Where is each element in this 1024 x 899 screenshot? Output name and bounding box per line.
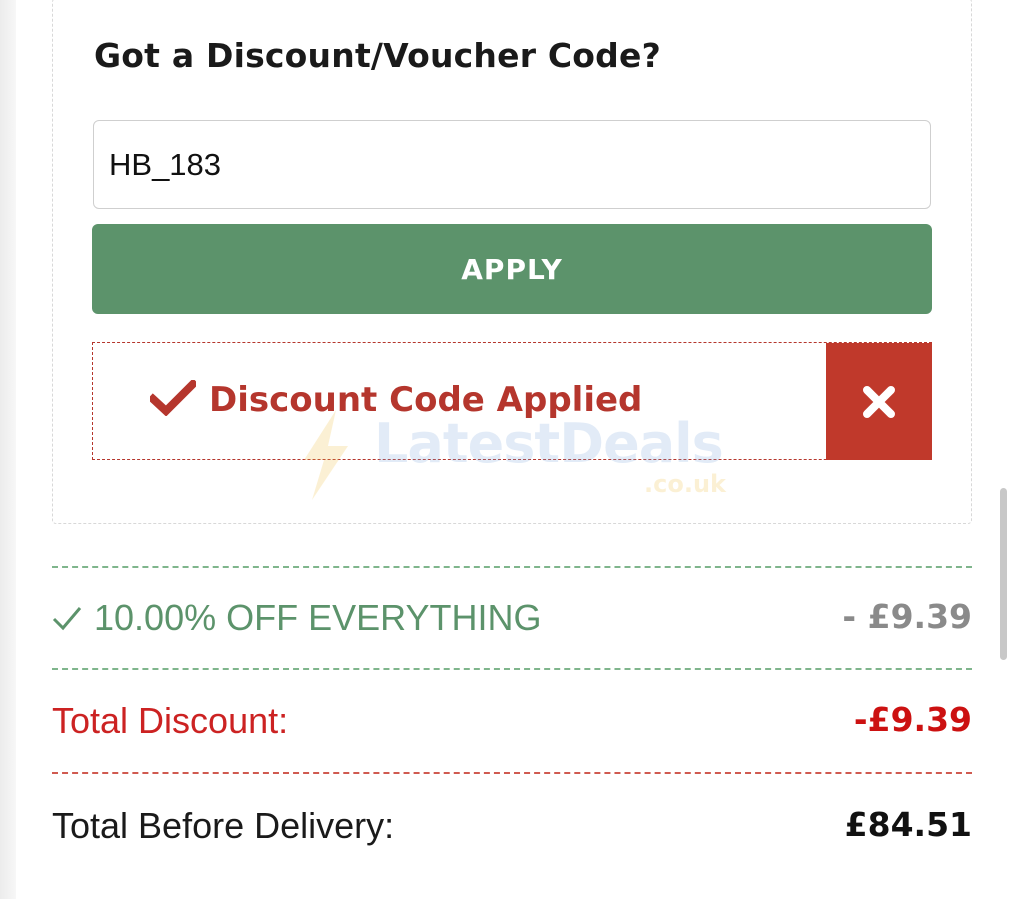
scrollbar[interactable] bbox=[1000, 488, 1007, 660]
checkmark-icon bbox=[52, 607, 82, 631]
total-before-delivery-amount: £84.51 bbox=[844, 805, 972, 844]
total-discount-label: Total Discount: bbox=[52, 700, 289, 741]
remove-discount-button[interactable] bbox=[826, 343, 932, 460]
checkout-page: Got a Discount/Voucher Code? APPLY Disco… bbox=[0, 0, 1024, 899]
voucher-code-input[interactable] bbox=[93, 120, 931, 209]
offer-label-text: 10.00% OFF EVERYTHING bbox=[94, 597, 542, 638]
divider bbox=[52, 668, 972, 670]
close-icon bbox=[863, 385, 895, 418]
offer-amount: - £9.39 bbox=[842, 597, 972, 636]
discount-applied-text: Discount Code Applied bbox=[209, 380, 643, 420]
total-before-delivery-label: Total Before Delivery: bbox=[52, 805, 395, 846]
voucher-title: Got a Discount/Voucher Code? bbox=[94, 36, 661, 75]
total-discount-amount: -£9.39 bbox=[853, 700, 972, 739]
apply-button[interactable]: APPLY bbox=[92, 224, 932, 314]
divider bbox=[52, 772, 972, 774]
offer-row-label: 10.00% OFF EVERYTHING bbox=[52, 597, 541, 639]
divider bbox=[52, 566, 972, 568]
left-gutter bbox=[0, 0, 16, 899]
check-icon bbox=[150, 380, 196, 416]
